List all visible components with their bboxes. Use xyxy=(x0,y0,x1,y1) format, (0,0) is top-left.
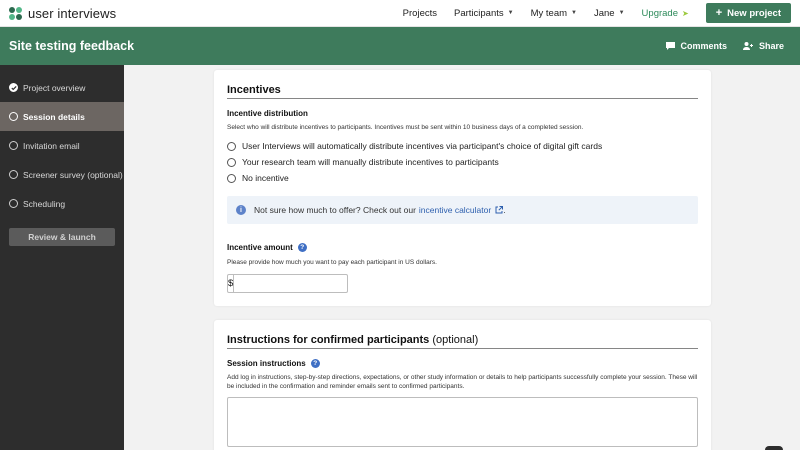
help-icon[interactable]: ? xyxy=(297,243,307,252)
step-circle-icon xyxy=(9,199,18,208)
add-user-icon xyxy=(742,42,753,50)
distribution-label: Incentive distribution xyxy=(227,109,308,118)
incentive-amount-field: $ xyxy=(227,274,356,293)
sidebar-item-scheduling[interactable]: Scheduling xyxy=(0,189,124,218)
check-icon xyxy=(9,83,18,92)
instructions-title: Instructions for confirmed participants … xyxy=(227,334,479,346)
radio-option-automatic[interactable]: User Interviews will automatically distr… xyxy=(227,141,602,151)
radio-button[interactable] xyxy=(227,173,236,183)
project-header: Site testing feedback Comments Share xyxy=(0,27,800,65)
chevron-down-icon: ▼ xyxy=(507,10,514,16)
radio-option-none[interactable]: No incentive xyxy=(227,173,289,183)
nav-upgrade[interactable]: Upgrade ➤ xyxy=(642,8,689,19)
sidebar-item-screener-survey[interactable]: Screener survey (optional) xyxy=(0,160,124,189)
nav-participants[interactable]: Participants ▼ xyxy=(454,8,514,19)
incentives-card: Incentives Incentive distribution Select… xyxy=(214,70,711,306)
brand-name: user interviews xyxy=(28,5,117,21)
external-link-icon[interactable] xyxy=(495,206,504,214)
brand-logo[interactable]: user interviews xyxy=(9,6,116,21)
share-button[interactable]: Share xyxy=(742,41,784,51)
session-instructions-textarea[interactable] xyxy=(227,397,698,447)
instructions-card: Instructions for confirmed participants … xyxy=(214,320,711,450)
distribution-help: Select who will distribute incentives to… xyxy=(227,124,584,131)
top-nav: user interviews Projects Participants ▼ M… xyxy=(0,0,800,27)
nav-user-menu[interactable]: Jane ▼ xyxy=(594,8,625,19)
chat-widget-button[interactable] xyxy=(765,446,783,450)
step-circle-icon xyxy=(9,141,18,150)
new-project-button[interactable]: + New project xyxy=(705,3,791,23)
comment-icon xyxy=(666,42,676,50)
amount-label: Incentive amount ? xyxy=(227,243,307,252)
radio-button[interactable] xyxy=(227,157,236,167)
sidebar: Project overview Session details Invitat… xyxy=(0,65,124,450)
nav-my-team[interactable]: My team ▼ xyxy=(531,8,577,19)
sidebar-item-project-overview[interactable]: Project overview xyxy=(0,73,124,102)
incentives-title: Incentives xyxy=(227,84,281,96)
radio-option-manual[interactable]: Your research team will manually distrib… xyxy=(227,157,499,167)
project-title: Site testing feedback xyxy=(9,39,135,53)
nav-projects[interactable]: Projects xyxy=(403,8,437,19)
divider xyxy=(227,348,698,349)
incentive-calculator-link[interactable]: incentive calculator xyxy=(419,205,491,215)
step-circle-icon xyxy=(9,170,18,179)
radio-button[interactable] xyxy=(227,141,236,151)
help-icon[interactable]: ? xyxy=(310,359,320,368)
step-circle-icon xyxy=(9,112,18,121)
chevron-down-icon: ▼ xyxy=(618,10,625,16)
amount-help: Please provide how much you want to pay … xyxy=(227,259,437,266)
incentive-tip-box: i Not sure how much to offer? Check out … xyxy=(227,196,698,224)
arrow-right-icon: ➤ xyxy=(682,8,689,18)
plus-icon: + xyxy=(715,7,723,19)
sidebar-item-session-details[interactable]: Session details xyxy=(0,102,124,131)
info-icon: i xyxy=(236,205,246,215)
session-instructions-label: Session instructions ? xyxy=(227,359,320,368)
divider xyxy=(227,98,698,99)
incentive-amount-input[interactable] xyxy=(234,275,356,292)
chevron-down-icon: ▼ xyxy=(571,10,577,16)
sidebar-item-invitation-email[interactable]: Invitation email xyxy=(0,131,124,160)
logo-icon xyxy=(9,6,22,20)
session-instructions-help: Add log in instructions, step-by-step di… xyxy=(227,374,698,390)
comments-button[interactable]: Comments xyxy=(666,41,727,51)
review-launch-button[interactable]: Review & launch xyxy=(9,228,115,246)
